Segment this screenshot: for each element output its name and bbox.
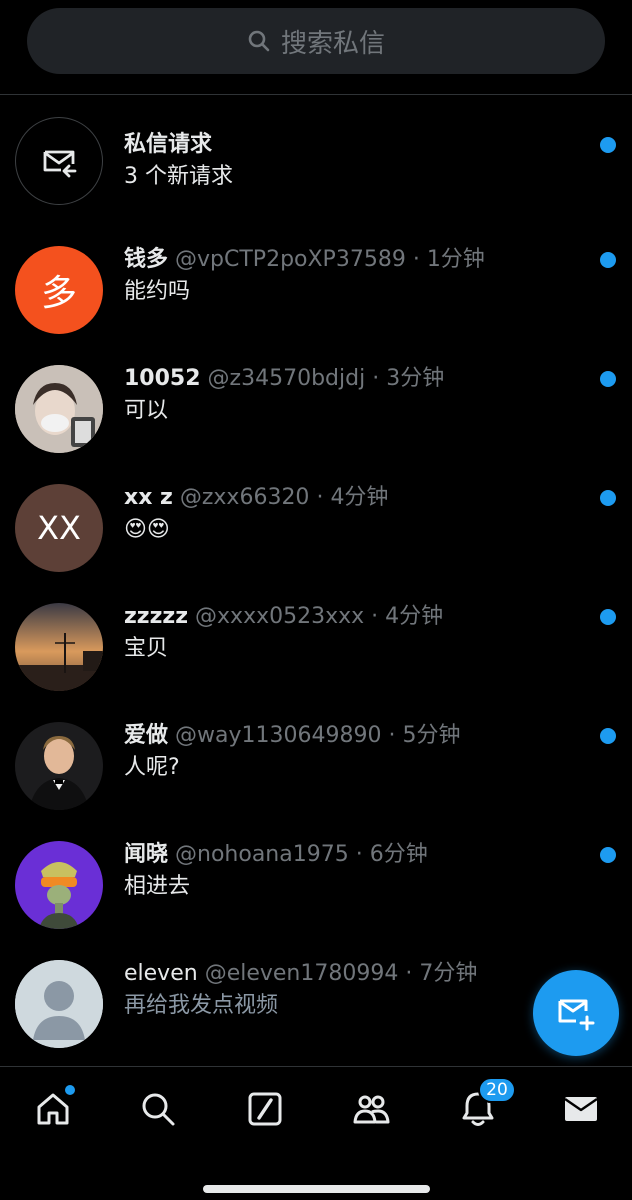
timestamp: 6分钟 xyxy=(369,842,428,867)
people-icon xyxy=(353,1095,390,1124)
timestamp: 7分钟 xyxy=(419,961,478,986)
sender-name: 钱多 xyxy=(124,247,169,272)
notifications-badge: 20 xyxy=(478,1077,516,1103)
message-preview: 😍😍 xyxy=(124,517,170,542)
avatar[interactable] xyxy=(15,841,103,929)
home-icon xyxy=(37,1093,69,1125)
unread-dot xyxy=(600,728,616,744)
timestamp: 1分钟 xyxy=(426,247,485,272)
message-preview: 再给我发点视频 xyxy=(124,993,279,1018)
home-unread-dot xyxy=(65,1085,75,1095)
tab-notifications[interactable]: 20 xyxy=(456,1077,516,1131)
avatar[interactable]: 多 xyxy=(15,246,103,334)
timestamp: 4分钟 xyxy=(330,485,389,510)
sender-handle: @xxxx0523xxx xyxy=(195,604,365,629)
requests-title: 私信请求 xyxy=(124,132,213,157)
new-message-button[interactable] xyxy=(533,970,619,1056)
search-bar[interactable]: 搜索私信 xyxy=(27,8,605,74)
divider xyxy=(0,94,632,95)
sender-name: xx z xyxy=(124,485,173,510)
search-icon xyxy=(248,30,270,52)
sender-name: 10052 xyxy=(124,366,201,391)
conversation-row[interactable]: 10052 @z34570bdjdj · 3分钟 可以 xyxy=(0,350,632,468)
unread-dot xyxy=(600,371,616,387)
unread-dot xyxy=(600,137,616,153)
tab-home[interactable] xyxy=(31,1085,75,1131)
conversation-row[interactable]: 爱做 @way1130649890 · 5分钟 人呢? xyxy=(0,707,632,825)
tab-compose[interactable] xyxy=(243,1087,287,1131)
avatar[interactable] xyxy=(15,603,103,691)
timestamp: 3分钟 xyxy=(386,366,445,391)
sender-handle: @way1130649890 xyxy=(175,723,382,748)
conversation-row[interactable]: XX xx z @zxx66320 · 4分钟 😍😍 xyxy=(0,469,632,587)
unread-dot xyxy=(600,490,616,506)
unread-dot xyxy=(600,609,616,625)
compose-message-icon xyxy=(558,999,595,1031)
avatar[interactable]: XX xyxy=(15,484,103,572)
avatar[interactable] xyxy=(15,722,103,810)
tab-search[interactable] xyxy=(136,1087,180,1131)
message-preview: 宝贝 xyxy=(124,636,169,661)
message-preview: 能约吗 xyxy=(124,279,191,304)
sender-handle: @vpCTP2poXP37589 xyxy=(175,247,406,272)
message-preview: 可以 xyxy=(124,398,169,423)
default-avatar-icon[interactable] xyxy=(15,960,103,1048)
slash-square-icon xyxy=(248,1092,282,1126)
message-requests-row[interactable]: 私信请求 3 个新请求 xyxy=(0,112,632,230)
search-icon xyxy=(142,1093,175,1126)
timestamp: 5分钟 xyxy=(402,723,461,748)
requests-subtitle: 3 个新请求 xyxy=(124,164,233,189)
search-placeholder: 搜索私信 xyxy=(280,28,385,59)
sender-handle: @nohoana1975 xyxy=(175,842,349,867)
unread-dot xyxy=(600,847,616,863)
tab-messages[interactable] xyxy=(559,1087,603,1131)
sender-name: 闻晓 xyxy=(124,842,169,867)
tab-communities[interactable] xyxy=(349,1087,393,1131)
conversation-row[interactable]: 多 钱多 @vpCTP2poXP37589 · 1分钟 能约吗 xyxy=(0,231,632,349)
unread-dot xyxy=(600,252,616,268)
conversation-row[interactable]: 闻晓 @nohoana1975 · 6分钟 相进去 xyxy=(0,826,632,944)
sender-name: zzzzz xyxy=(124,604,189,629)
avatar[interactable] xyxy=(15,365,103,453)
timestamp: 4分钟 xyxy=(385,604,444,629)
sender-handle: @eleven1780994 xyxy=(204,961,399,986)
bottom-tab-bar: 20 xyxy=(0,1066,632,1200)
conversation-row[interactable]: zzzzz @xxxx0523xxx · 4分钟 宝贝 xyxy=(0,588,632,706)
envelope-icon xyxy=(564,1097,598,1121)
home-indicator xyxy=(203,1185,430,1193)
message-preview: 相进去 xyxy=(124,874,191,899)
sender-name: 爱做 xyxy=(124,723,169,748)
message-request-icon xyxy=(15,117,103,205)
sender-name: eleven xyxy=(124,961,198,986)
sender-handle: @z34570bdjdj xyxy=(207,366,366,391)
sender-handle: @zxx66320 xyxy=(179,485,310,510)
message-preview: 人呢? xyxy=(124,755,180,780)
